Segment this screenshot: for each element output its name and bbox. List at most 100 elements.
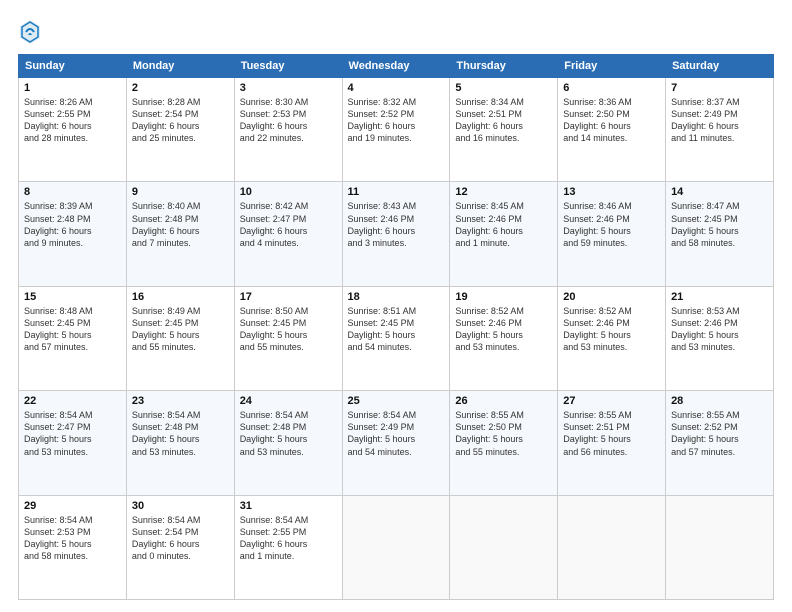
calendar-day-21: 21 Sunrise: 8:53 AM Sunset: 2:46 PM Dayli… [666,286,774,390]
day-detail: Sunrise: 8:54 AM Sunset: 2:49 PM Dayligh… [348,409,445,458]
col-header-monday: Monday [126,55,234,78]
day-detail: Sunrise: 8:37 AM Sunset: 2:49 PM Dayligh… [671,96,768,145]
day-detail: Sunrise: 8:39 AM Sunset: 2:48 PM Dayligh… [24,200,121,249]
empty-cell [342,495,450,599]
logo [18,18,46,46]
day-number: 23 [132,395,229,407]
calendar-day-13: 13 Sunrise: 8:46 AM Sunset: 2:46 PM Dayli… [558,182,666,286]
day-number: 9 [132,186,229,198]
day-detail: Sunrise: 8:54 AM Sunset: 2:54 PM Dayligh… [132,514,229,563]
day-detail: Sunrise: 8:54 AM Sunset: 2:55 PM Dayligh… [240,514,337,563]
day-number: 14 [671,186,768,198]
day-number: 11 [348,186,445,198]
day-detail: Sunrise: 8:45 AM Sunset: 2:46 PM Dayligh… [455,200,552,249]
calendar-day-4: 4 Sunrise: 8:32 AM Sunset: 2:52 PM Daylig… [342,78,450,182]
day-detail: Sunrise: 8:43 AM Sunset: 2:46 PM Dayligh… [348,200,445,249]
day-number: 1 [24,82,121,94]
day-detail: Sunrise: 8:55 AM Sunset: 2:51 PM Dayligh… [563,409,660,458]
calendar-day-8: 8 Sunrise: 8:39 AM Sunset: 2:48 PM Daylig… [19,182,127,286]
calendar-day-20: 20 Sunrise: 8:52 AM Sunset: 2:46 PM Dayli… [558,286,666,390]
calendar-week-2: 8 Sunrise: 8:39 AM Sunset: 2:48 PM Daylig… [19,182,774,286]
calendar-day-24: 24Sunrise: 8:54 AM Sunset: 2:48 PM Dayli… [234,391,342,495]
empty-cell [666,495,774,599]
day-detail: Sunrise: 8:55 AM Sunset: 2:52 PM Dayligh… [671,409,768,458]
day-detail: Sunrise: 8:36 AM Sunset: 2:50 PM Dayligh… [563,96,660,145]
calendar-day-3: 3 Sunrise: 8:30 AM Sunset: 2:53 PM Daylig… [234,78,342,182]
calendar-day-31: 31 Sunrise: 8:54 AM Sunset: 2:55 PM Dayli… [234,495,342,599]
day-number: 20 [563,291,660,303]
empty-cell [450,495,558,599]
calendar-day-1: 1 Sunrise: 8:26 AM Sunset: 2:55 PM Daylig… [19,78,127,182]
day-number: 17 [240,291,337,303]
calendar-day-18: 18Sunrise: 8:51 AM Sunset: 2:45 PM Dayli… [342,286,450,390]
calendar-day-23: 23 Sunrise: 8:54 AM Sunset: 2:48 PM Dayli… [126,391,234,495]
day-detail: Sunrise: 8:47 AM Sunset: 2:45 PM Dayligh… [671,200,768,249]
day-detail: Sunrise: 8:42 AM Sunset: 2:47 PM Dayligh… [240,200,337,249]
calendar-day-17: 17 Sunrise: 8:50 AM Sunset: 2:45 PM Dayli… [234,286,342,390]
calendar-day-14: 14 Sunrise: 8:47 AM Sunset: 2:45 PM Dayli… [666,182,774,286]
day-detail: Sunrise: 8:53 AM Sunset: 2:46 PM Dayligh… [671,305,768,354]
day-number: 6 [563,82,660,94]
day-number: 22 [24,395,121,407]
day-number: 4 [348,82,445,94]
day-detail: Sunrise: 8:52 AM Sunset: 2:46 PM Dayligh… [563,305,660,354]
day-number: 13 [563,186,660,198]
calendar-day-30: 30 Sunrise: 8:54 AM Sunset: 2:54 PM Dayli… [126,495,234,599]
day-number: 15 [24,291,121,303]
day-number: 12 [455,186,552,198]
col-header-sunday: Sunday [19,55,127,78]
day-number: 5 [455,82,552,94]
calendar-day-26: 26Sunrise: 8:55 AM Sunset: 2:50 PM Dayli… [450,391,558,495]
col-header-saturday: Saturday [666,55,774,78]
day-number: 30 [132,500,229,512]
calendar-day-9: 9 Sunrise: 8:40 AM Sunset: 2:48 PM Daylig… [126,182,234,286]
calendar-day-22: 22Sunrise: 8:54 AM Sunset: 2:47 PM Dayli… [19,391,127,495]
day-detail: Sunrise: 8:34 AM Sunset: 2:51 PM Dayligh… [455,96,552,145]
col-header-wednesday: Wednesday [342,55,450,78]
calendar-day-12: 12 Sunrise: 8:45 AM Sunset: 2:46 PM Dayli… [450,182,558,286]
day-number: 21 [671,291,768,303]
calendar-week-3: 15Sunrise: 8:48 AM Sunset: 2:45 PM Dayli… [19,286,774,390]
col-header-thursday: Thursday [450,55,558,78]
calendar-week-1: 1 Sunrise: 8:26 AM Sunset: 2:55 PM Daylig… [19,78,774,182]
day-number: 8 [24,186,121,198]
empty-cell [558,495,666,599]
calendar-day-29: 29Sunrise: 8:54 AM Sunset: 2:53 PM Dayli… [19,495,127,599]
day-detail: Sunrise: 8:28 AM Sunset: 2:54 PM Dayligh… [132,96,229,145]
calendar-day-28: 28 Sunrise: 8:55 AM Sunset: 2:52 PM Dayli… [666,391,774,495]
day-number: 25 [348,395,445,407]
day-detail: Sunrise: 8:54 AM Sunset: 2:48 PM Dayligh… [132,409,229,458]
day-detail: Sunrise: 8:26 AM Sunset: 2:55 PM Dayligh… [24,96,121,145]
calendar-week-4: 22Sunrise: 8:54 AM Sunset: 2:47 PM Dayli… [19,391,774,495]
day-number: 2 [132,82,229,94]
day-number: 27 [563,395,660,407]
day-number: 28 [671,395,768,407]
day-number: 10 [240,186,337,198]
day-number: 7 [671,82,768,94]
calendar-week-5: 29Sunrise: 8:54 AM Sunset: 2:53 PM Dayli… [19,495,774,599]
calendar-day-2: 2 Sunrise: 8:28 AM Sunset: 2:54 PM Daylig… [126,78,234,182]
day-detail: Sunrise: 8:40 AM Sunset: 2:48 PM Dayligh… [132,200,229,249]
day-detail: Sunrise: 8:32 AM Sunset: 2:52 PM Dayligh… [348,96,445,145]
header [18,18,774,46]
day-detail: Sunrise: 8:30 AM Sunset: 2:53 PM Dayligh… [240,96,337,145]
col-header-tuesday: Tuesday [234,55,342,78]
calendar-day-11: 11 Sunrise: 8:43 AM Sunset: 2:46 PM Dayli… [342,182,450,286]
day-number: 19 [455,291,552,303]
day-number: 16 [132,291,229,303]
day-detail: Sunrise: 8:50 AM Sunset: 2:45 PM Dayligh… [240,305,337,354]
day-number: 31 [240,500,337,512]
day-detail: Sunrise: 8:46 AM Sunset: 2:46 PM Dayligh… [563,200,660,249]
calendar-day-19: 19 Sunrise: 8:52 AM Sunset: 2:46 PM Dayli… [450,286,558,390]
calendar-day-7: 7 Sunrise: 8:37 AM Sunset: 2:49 PM Daylig… [666,78,774,182]
day-number: 24 [240,395,337,407]
day-detail: Sunrise: 8:55 AM Sunset: 2:50 PM Dayligh… [455,409,552,458]
day-detail: Sunrise: 8:52 AM Sunset: 2:46 PM Dayligh… [455,305,552,354]
day-number: 3 [240,82,337,94]
calendar-day-15: 15Sunrise: 8:48 AM Sunset: 2:45 PM Dayli… [19,286,127,390]
calendar-day-5: 5 Sunrise: 8:34 AM Sunset: 2:51 PM Daylig… [450,78,558,182]
day-detail: Sunrise: 8:49 AM Sunset: 2:45 PM Dayligh… [132,305,229,354]
day-detail: Sunrise: 8:54 AM Sunset: 2:53 PM Dayligh… [24,514,121,563]
calendar-day-10: 10 Sunrise: 8:42 AM Sunset: 2:47 PM Dayli… [234,182,342,286]
calendar-day-16: 16 Sunrise: 8:49 AM Sunset: 2:45 PM Dayli… [126,286,234,390]
